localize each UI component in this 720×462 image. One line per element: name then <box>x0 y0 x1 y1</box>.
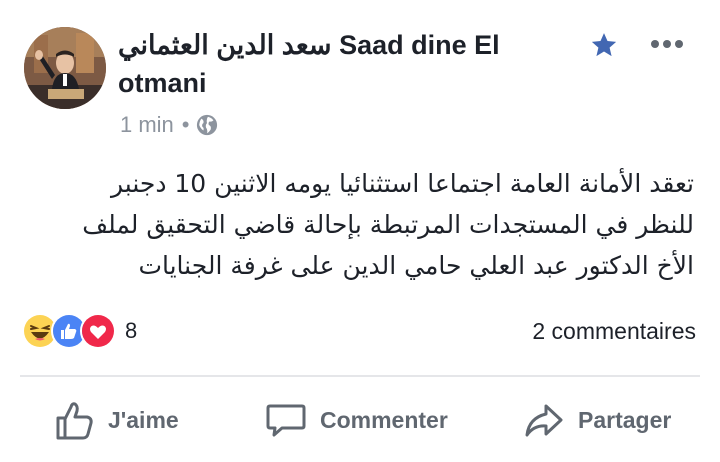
comment-button-label: Commenter <box>320 406 448 433</box>
more-options-icon[interactable] <box>650 38 684 50</box>
author-avatar[interactable] <box>24 27 106 109</box>
share-button-label: Partager <box>578 406 672 433</box>
post-text-line: تعقد الأمانة العامة اجتماعا استثنائيا يو… <box>110 169 694 198</box>
star-icon[interactable] <box>590 31 618 59</box>
author-name-line2[interactable]: otmani <box>118 64 548 102</box>
comments-count-link[interactable]: 2 commentaires <box>532 318 696 345</box>
share-icon <box>525 404 563 437</box>
avatar-image <box>24 27 106 109</box>
like-button[interactable]: J'aime <box>52 398 179 442</box>
timestamp[interactable]: 1 min <box>120 112 174 138</box>
post-text-line: للنظر في المستجدات المرتبطة بإحالة قاضي … <box>82 210 694 239</box>
comment-button[interactable]: Commenter <box>264 398 448 442</box>
comment-icon <box>266 404 306 437</box>
love-reaction-icon <box>80 313 116 349</box>
share-button[interactable]: Partager <box>522 398 671 442</box>
post-meta: 1 min • <box>120 111 218 139</box>
meta-separator: • <box>181 112 190 137</box>
author-name-line1[interactable]: سعد الدين العثماني Saad dine El <box>118 26 548 64</box>
globe-icon[interactable] <box>196 114 218 136</box>
reaction-count[interactable]: 8 <box>125 318 137 344</box>
post-text: تعقد الأمانة العامة اجتماعا استثنائيا يو… <box>14 163 694 286</box>
divider <box>20 375 700 377</box>
thumbs-up-icon <box>56 402 93 440</box>
post-text-line: الأخ الدكتور عبد العلي حامي الدين على غر… <box>138 251 694 280</box>
author-name[interactable]: سعد الدين العثماني Saad dine El otmani <box>118 26 548 102</box>
like-button-label: J'aime <box>108 406 179 433</box>
reactions-summary[interactable]: 8 <box>22 313 137 349</box>
